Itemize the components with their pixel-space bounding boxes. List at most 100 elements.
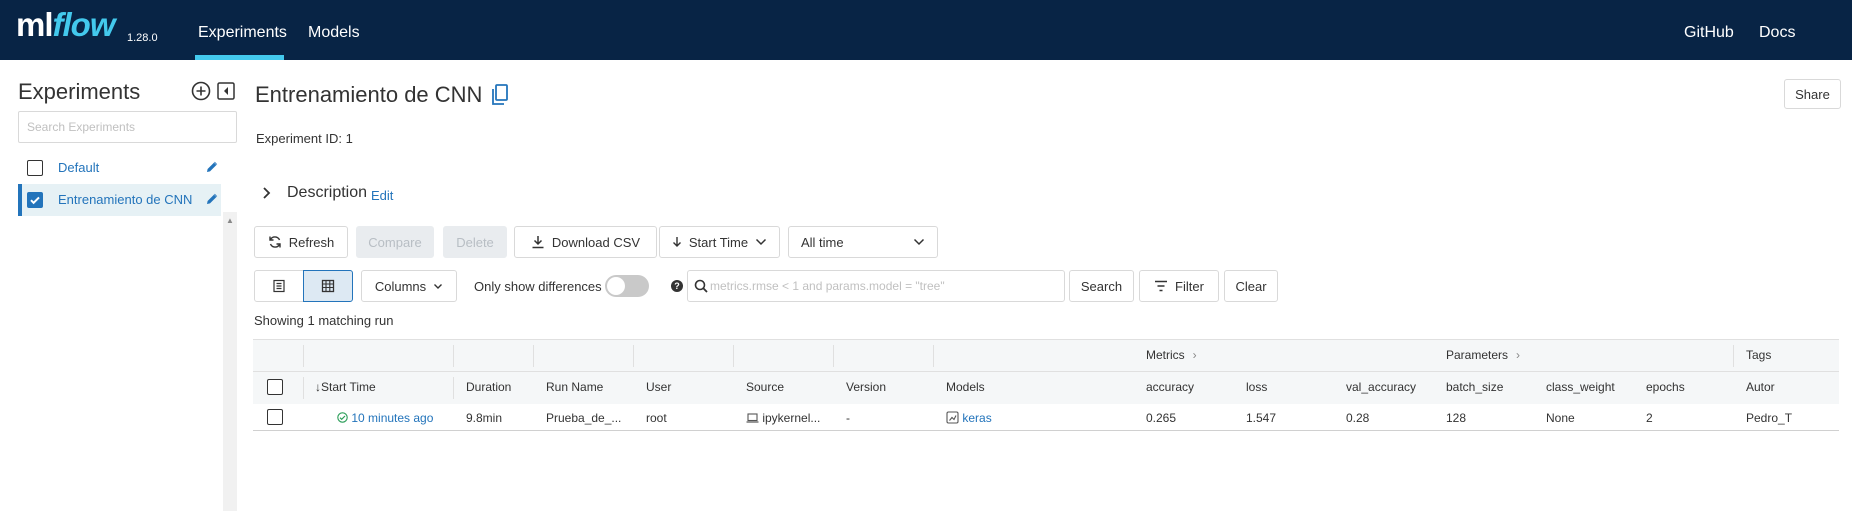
check-circle-icon — [337, 412, 348, 423]
sort-dropdown[interactable]: Start Time — [659, 226, 780, 258]
column-header-version[interactable]: Version — [846, 380, 886, 394]
tags-group-header: Tags — [1746, 348, 1772, 362]
top-nav-bar: mlflow 1.28.0 Experiments Models GitHub … — [0, 0, 1852, 60]
column-separator — [303, 377, 304, 399]
select-all-checkbox[interactable] — [267, 379, 283, 395]
version-label: 1.28.0 — [127, 32, 158, 44]
collapse-sidebar-icon[interactable] — [216, 81, 236, 101]
refresh-icon — [269, 236, 281, 248]
metrics-group-label: Metrics — [1146, 348, 1185, 362]
column-separator — [1733, 345, 1734, 367]
runs-search-box[interactable] — [687, 270, 1065, 302]
matching-runs-count: Showing 1 matching run — [254, 313, 394, 328]
nav-docs[interactable]: Docs — [1759, 24, 1795, 42]
metrics-group-header[interactable]: Metrics › — [1146, 348, 1197, 362]
mlflow-logo[interactable]: mlflow — [16, 6, 115, 44]
experiment-id-value: 1 — [345, 131, 353, 146]
parameters-group-label: Parameters — [1446, 348, 1509, 362]
column-separator — [303, 345, 304, 367]
list-view-button[interactable] — [254, 270, 304, 302]
column-header-autor[interactable]: Autor — [1746, 380, 1775, 394]
compare-button[interactable]: Compare — [356, 226, 434, 258]
run-name-cell[interactable]: Prueba_de_... — [546, 411, 621, 425]
download-icon — [532, 236, 544, 249]
sidebar-item-checkbox[interactable] — [27, 192, 43, 208]
column-header-batch-size[interactable]: batch_size — [1446, 380, 1503, 394]
description-edit-link[interactable]: Edit — [371, 188, 393, 203]
start-time-header-label: Start Time — [321, 380, 376, 394]
experiments-sidebar: Experiments Default Entrenamiento de CNN… — [0, 60, 237, 511]
clear-button[interactable]: Clear — [1224, 270, 1278, 302]
column-header-class-weight[interactable]: class_weight — [1546, 380, 1615, 394]
add-experiment-icon[interactable] — [191, 81, 211, 101]
sidebar-scrollbar[interactable]: ▲ — [223, 212, 237, 511]
chevron-down-icon — [913, 238, 925, 246]
column-header-loss[interactable]: loss — [1246, 380, 1267, 394]
run-start-time-link[interactable]: 10 minutes ago — [337, 411, 433, 425]
chevron-down-icon — [756, 238, 767, 246]
chevron-right-icon[interactable] — [262, 186, 272, 203]
edit-icon[interactable] — [206, 193, 218, 208]
filter-button[interactable]: Filter — [1139, 270, 1219, 302]
column-header-val-accuracy[interactable]: val_accuracy — [1346, 380, 1416, 394]
column-separator — [533, 345, 534, 367]
column-header-accuracy[interactable]: accuracy — [1146, 380, 1194, 394]
sidebar-item-default[interactable]: Default — [18, 152, 221, 184]
description-toggle[interactable]: Description — [287, 184, 367, 202]
epochs-cell: 2 — [1646, 411, 1653, 425]
nav-models[interactable]: Models — [308, 24, 360, 42]
nav-experiments[interactable]: Experiments — [198, 24, 287, 42]
runs-search-input[interactable] — [710, 271, 1060, 301]
edit-icon[interactable] — [206, 161, 218, 176]
time-filter-label: All time — [801, 234, 844, 250]
help-icon[interactable]: ? — [671, 280, 683, 292]
toggle-knob — [607, 277, 625, 295]
arrow-down-icon — [672, 237, 681, 247]
batch-size-cell: 128 — [1446, 411, 1467, 425]
column-separator — [833, 345, 834, 367]
column-header-user[interactable]: User — [646, 380, 671, 394]
time-filter-dropdown[interactable]: All time — [788, 226, 938, 258]
search-button[interactable]: Search — [1069, 270, 1134, 302]
duration-cell: 9.8min — [466, 411, 503, 425]
model-link[interactable]: keras — [962, 411, 991, 425]
scroll-up-icon[interactable]: ▲ — [226, 216, 234, 225]
sidebar-item-checkbox[interactable] — [27, 160, 43, 176]
parameters-group-header[interactable]: Parameters › — [1446, 348, 1520, 362]
columns-label: Columns — [374, 278, 427, 294]
delete-button[interactable]: Delete — [443, 226, 507, 258]
column-separator — [453, 345, 454, 367]
share-button[interactable]: Share — [1784, 79, 1841, 109]
column-separator — [733, 345, 734, 367]
column-header-source[interactable]: Source — [746, 380, 784, 394]
download-csv-label: Download CSV — [551, 234, 641, 250]
table-grid-icon — [321, 279, 335, 293]
column-separator — [453, 377, 454, 399]
logo-ml-text: ml — [16, 6, 54, 43]
column-separator — [933, 345, 934, 367]
copy-icon[interactable] — [491, 84, 508, 109]
column-header-start-time[interactable]: ↓Start Time — [315, 380, 376, 394]
val-accuracy-cell: 0.28 — [1346, 411, 1370, 425]
model-cell[interactable]: keras — [946, 411, 992, 425]
model-icon — [946, 411, 959, 424]
columns-dropdown[interactable]: Columns — [361, 270, 457, 302]
row-checkbox[interactable] — [267, 409, 283, 425]
sidebar-item-entrenamiento-cnn[interactable]: Entrenamiento de CNN — [18, 184, 221, 216]
nav-github[interactable]: GitHub — [1684, 24, 1734, 42]
column-header-models[interactable]: Models — [946, 380, 985, 394]
grid-view-button[interactable] — [303, 270, 353, 302]
column-header-duration[interactable]: Duration — [466, 380, 511, 394]
refresh-button[interactable]: Refresh — [254, 226, 348, 258]
source-cell[interactable]: ipykernel... — [746, 411, 820, 425]
search-experiments-input[interactable] — [18, 111, 237, 143]
column-header-run-name[interactable]: Run Name — [546, 380, 603, 394]
chevron-right-icon: › — [1192, 348, 1197, 362]
sort-label: Start Time — [688, 234, 749, 250]
download-csv-button[interactable]: Download CSV — [514, 226, 657, 258]
column-header-epochs[interactable]: epochs — [1646, 380, 1685, 394]
sidebar-item-label: Entrenamiento de CNN — [58, 192, 193, 207]
sidebar-title: Experiments — [18, 79, 141, 104]
list-view-icon — [273, 279, 285, 293]
only-differences-toggle[interactable] — [605, 275, 649, 297]
